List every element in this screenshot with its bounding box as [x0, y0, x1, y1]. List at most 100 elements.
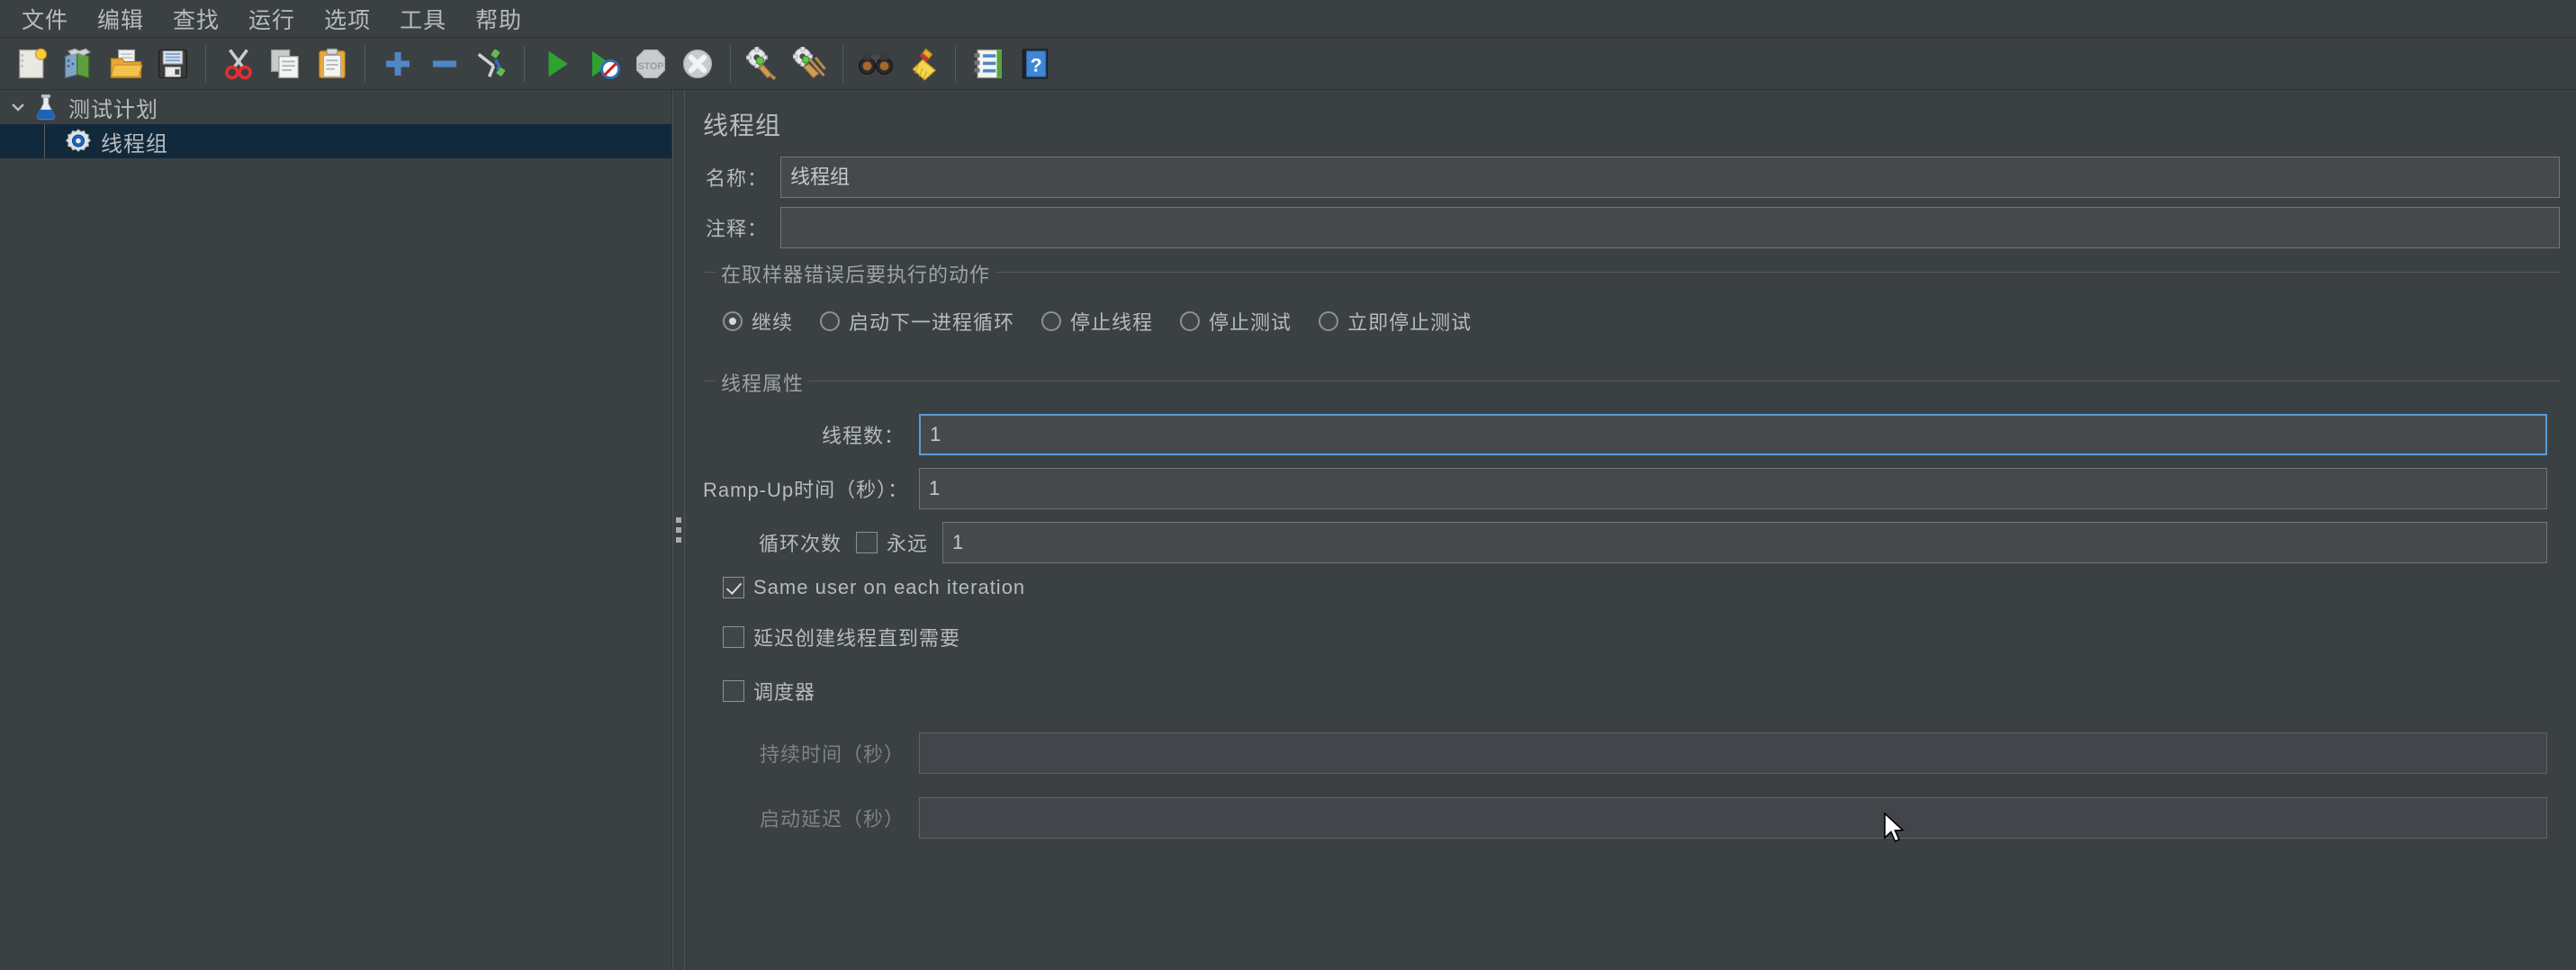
toggle-element-button[interactable] — [468, 40, 515, 87]
scheduler-checkbox[interactable]: 调度器 — [723, 677, 815, 705]
start-play-icon — [548, 50, 568, 76]
toggle-element-icon — [477, 49, 506, 77]
forever-label: 永远 — [887, 533, 929, 555]
scheduler-label: 调度器 — [753, 681, 816, 704]
clear-icon — [746, 46, 777, 80]
radio-dot-icon — [820, 311, 841, 331]
copy-icon — [270, 49, 299, 78]
radio-dot-icon — [1041, 311, 1062, 331]
radio-label: 继续 — [752, 311, 794, 334]
ramp-up-label: Ramp-Up时间（秒）： — [703, 479, 909, 501]
thread-group-gear-icon — [65, 129, 92, 152]
clear-all-button[interactable] — [787, 40, 833, 87]
checkbox-box-icon — [856, 532, 878, 553]
loop-count-row: 循环次数 永远 1 — [703, 522, 2560, 563]
shutdown-button[interactable] — [674, 40, 721, 87]
tree-node-thread-group[interactable]: 线程组 — [0, 124, 671, 158]
menu-run[interactable]: 运行 — [234, 0, 310, 38]
panel-splitter[interactable] — [672, 90, 685, 970]
toolbar: STOP ? — [0, 38, 2576, 90]
menu-file[interactable]: 文件 — [7, 0, 83, 38]
paste-clipboard-icon — [319, 48, 346, 78]
radio-stop-test[interactable]: 停止测试 — [1180, 307, 1292, 336]
open-folder-button[interactable] — [103, 40, 149, 87]
ramp-up-input[interactable]: 1 — [919, 468, 2547, 509]
thread-properties-title: 线程属性 — [716, 368, 810, 397]
start-no-timers-button[interactable] — [581, 40, 627, 87]
loop-count-input[interactable]: 1 — [942, 522, 2547, 563]
startup-delay-input — [919, 797, 2547, 839]
thread-count-row: 线程数： 1 — [703, 414, 2560, 455]
open-folder-icon — [110, 49, 143, 78]
radio-continue[interactable]: 继续 — [723, 307, 793, 336]
tree-node-test-plan[interactable]: 测试计划 — [0, 90, 671, 124]
thread-count-label: 线程数： — [821, 425, 905, 447]
scheduler-row: 调度器 — [703, 677, 2560, 705]
new-document-button[interactable] — [9, 40, 56, 87]
radio-label: 立即停止测试 — [1347, 311, 1473, 334]
toolbar-separator — [730, 45, 731, 82]
expand-chevron-down-icon[interactable] — [4, 93, 32, 121]
expand-all-button[interactable] — [374, 40, 421, 87]
tree-toggle-placeholder — [4, 127, 32, 156]
menu-search[interactable]: 查找 — [158, 0, 234, 38]
radio-dot-icon — [723, 311, 743, 331]
start-no-timers-icon — [591, 50, 621, 79]
sampler-error-action-radios: 继续 启动下一进程循环 停止线程 停止测试 立即停止测试 — [703, 300, 2560, 354]
duration-row: 持续时间（秒） — [703, 732, 2560, 774]
reset-search-button[interactable] — [899, 40, 946, 87]
radio-label: 启动下一进程循环 — [849, 311, 1015, 334]
radio-start-next-loop[interactable]: 启动下一进程循环 — [820, 307, 1014, 336]
radio-label: 停止线程 — [1070, 311, 1154, 334]
menu-edit[interactable]: 编辑 — [83, 0, 158, 38]
start-button[interactable] — [534, 40, 581, 87]
delayed-start-checkbox[interactable]: 延迟创建线程直到需要 — [723, 623, 960, 651]
delayed-start-row: 延迟创建线程直到需要 — [703, 623, 2560, 651]
name-field-row: 名称： 线程组 — [694, 157, 2560, 198]
toolbar-separator — [842, 45, 843, 82]
radio-dot-icon — [1319, 311, 1339, 331]
forever-checkbox[interactable]: 永远 — [856, 528, 928, 557]
delayed-start-label: 延迟创建线程直到需要 — [753, 627, 961, 650]
copy-button[interactable] — [262, 40, 309, 87]
paste-button[interactable] — [309, 40, 356, 87]
same-user-checkbox[interactable]: Same user on each iteration — [723, 576, 1025, 599]
comment-input[interactable] — [780, 207, 2560, 248]
menu-help[interactable]: 帮助 — [461, 0, 536, 38]
clear-button[interactable] — [740, 40, 787, 87]
help-button[interactable]: ? — [1012, 40, 1058, 87]
thread-count-input[interactable]: 1 — [919, 414, 2547, 455]
expand-plus-icon — [385, 51, 410, 76]
function-helper-button[interactable] — [965, 40, 1012, 87]
test-plan-tree[interactable]: 测试计划 线程组 — [0, 90, 672, 970]
startup-delay-label: 启动延迟（秒） — [759, 808, 905, 831]
stop-icon: STOP — [635, 49, 666, 78]
collapse-all-button[interactable] — [421, 40, 468, 87]
name-input[interactable]: 线程组 — [780, 157, 2560, 198]
search-button[interactable] — [852, 40, 899, 87]
open-templates-icon — [64, 48, 91, 78]
tree-node-label: 线程组 — [101, 131, 168, 157]
open-templates-button[interactable] — [56, 40, 103, 87]
menu-tools[interactable]: 工具 — [385, 0, 461, 38]
checkbox-box-icon — [723, 680, 744, 702]
toolbar-separator — [955, 45, 956, 82]
comment-label: 注释： — [705, 218, 768, 240]
sampler-error-action-group: 在取样器错误后要执行的动作 继续 启动下一进程循环 停止线程 停止测试 立即停止… — [703, 259, 2560, 354]
function-helper-icon — [974, 49, 1002, 78]
duration-label: 持续时间（秒） — [759, 743, 905, 766]
test-plan-flask-icon — [36, 94, 56, 121]
new-document-icon — [19, 48, 48, 78]
radio-stop-thread[interactable]: 停止线程 — [1041, 307, 1153, 336]
shutdown-icon — [682, 49, 713, 78]
stop-button[interactable]: STOP — [627, 40, 674, 87]
thread-group-config-panel: 线程组 名称： 线程组 注释： 在取样器错误后要执行的动作 继续 启动下一进程循… — [685, 90, 2576, 970]
help-book-icon: ? — [1022, 48, 1049, 79]
startup-delay-row: 启动延迟（秒） — [703, 797, 2560, 839]
radio-stop-test-now[interactable]: 立即停止测试 — [1319, 307, 1472, 336]
menu-options[interactable]: 选项 — [310, 0, 385, 38]
checkbox-box-icon — [723, 626, 744, 648]
svg-text:?: ? — [1031, 54, 1042, 76]
save-button[interactable] — [149, 40, 196, 87]
cut-button[interactable] — [215, 40, 262, 87]
